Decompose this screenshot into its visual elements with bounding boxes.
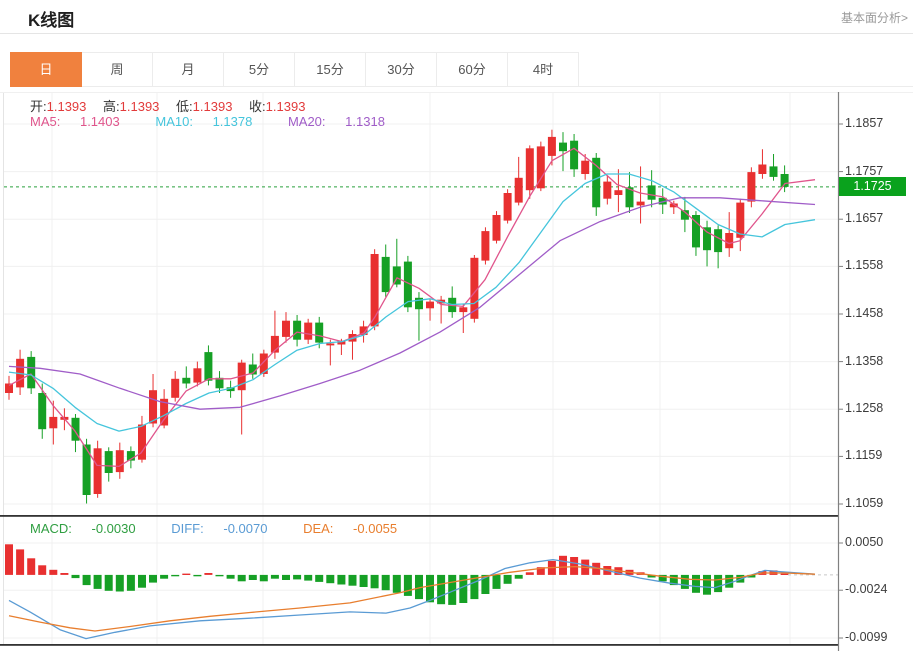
y-axis-label: 1.1558 (845, 258, 909, 272)
ohlc-open: 开:1.1393 (30, 99, 86, 114)
y-axis-label: 1.1059 (845, 496, 909, 510)
tab-15分[interactable]: 15分 (295, 52, 366, 87)
y-axis-label: 1.1458 (845, 306, 909, 320)
diff-value: DIFF: -0.0070 (171, 521, 283, 536)
page-title: K线图 (28, 6, 74, 31)
y-axis-label: 1.1657 (845, 211, 909, 225)
ohlc-low: 低:1.1393 (176, 99, 232, 114)
ohlc-high: 高:1.1393 (103, 99, 159, 114)
tab-周[interactable]: 周 (82, 52, 153, 87)
macd-legend-row: MACD: -0.0030 DIFF: -0.0070 DEA: -0.0055 (30, 521, 429, 536)
header: K线图 基本面分析> (0, 0, 913, 34)
ma10-legend: MA10: 1.1378 (155, 114, 268, 129)
y-axis-label: 1.1159 (845, 448, 909, 462)
ohlc-row: 开:1.1393 高:1.1393 低:1.1393 收:1.1393 (30, 96, 318, 115)
kline-page: K线图 基本面分析> 日周月5分15分30分60分4时 开:1.1393 高:1… (0, 0, 913, 654)
tab-5分[interactable]: 5分 (224, 52, 295, 87)
dea-value: DEA: -0.0055 (303, 521, 413, 536)
tab-4时[interactable]: 4时 (508, 52, 579, 87)
macd-value: MACD: -0.0030 (30, 521, 152, 536)
ma5-legend: MA5: 1.1403 (30, 114, 136, 129)
ma20-legend: MA20: 1.1318 (288, 114, 401, 129)
y-axis-label: 0.0050 (845, 535, 909, 549)
ohlc-close: 收:1.1393 (249, 99, 305, 114)
tab-30分[interactable]: 30分 (366, 52, 437, 87)
fundamental-analysis-link[interactable]: 基本面分析> (841, 9, 908, 26)
tab-bar: 日周月5分15分30分60分4时 (10, 52, 913, 87)
y-axis-label: -0.0024 (845, 582, 909, 596)
ma-legend-row: MA5: 1.1403 MA10: 1.1378 MA20: 1.1318 (30, 114, 417, 129)
y-axis-label: 1.1857 (845, 116, 909, 130)
y-axis-label: -0.0099 (845, 630, 909, 644)
tab-日[interactable]: 日 (10, 52, 82, 87)
y-axis-label: 1.1757 (845, 164, 909, 178)
tab-60分[interactable]: 60分 (437, 52, 508, 87)
y-axis-label: 1.1358 (845, 354, 909, 368)
price-badge: 1.1725 (839, 177, 906, 196)
tab-月[interactable]: 月 (153, 52, 224, 87)
y-axis-label: 1.1258 (845, 401, 909, 415)
